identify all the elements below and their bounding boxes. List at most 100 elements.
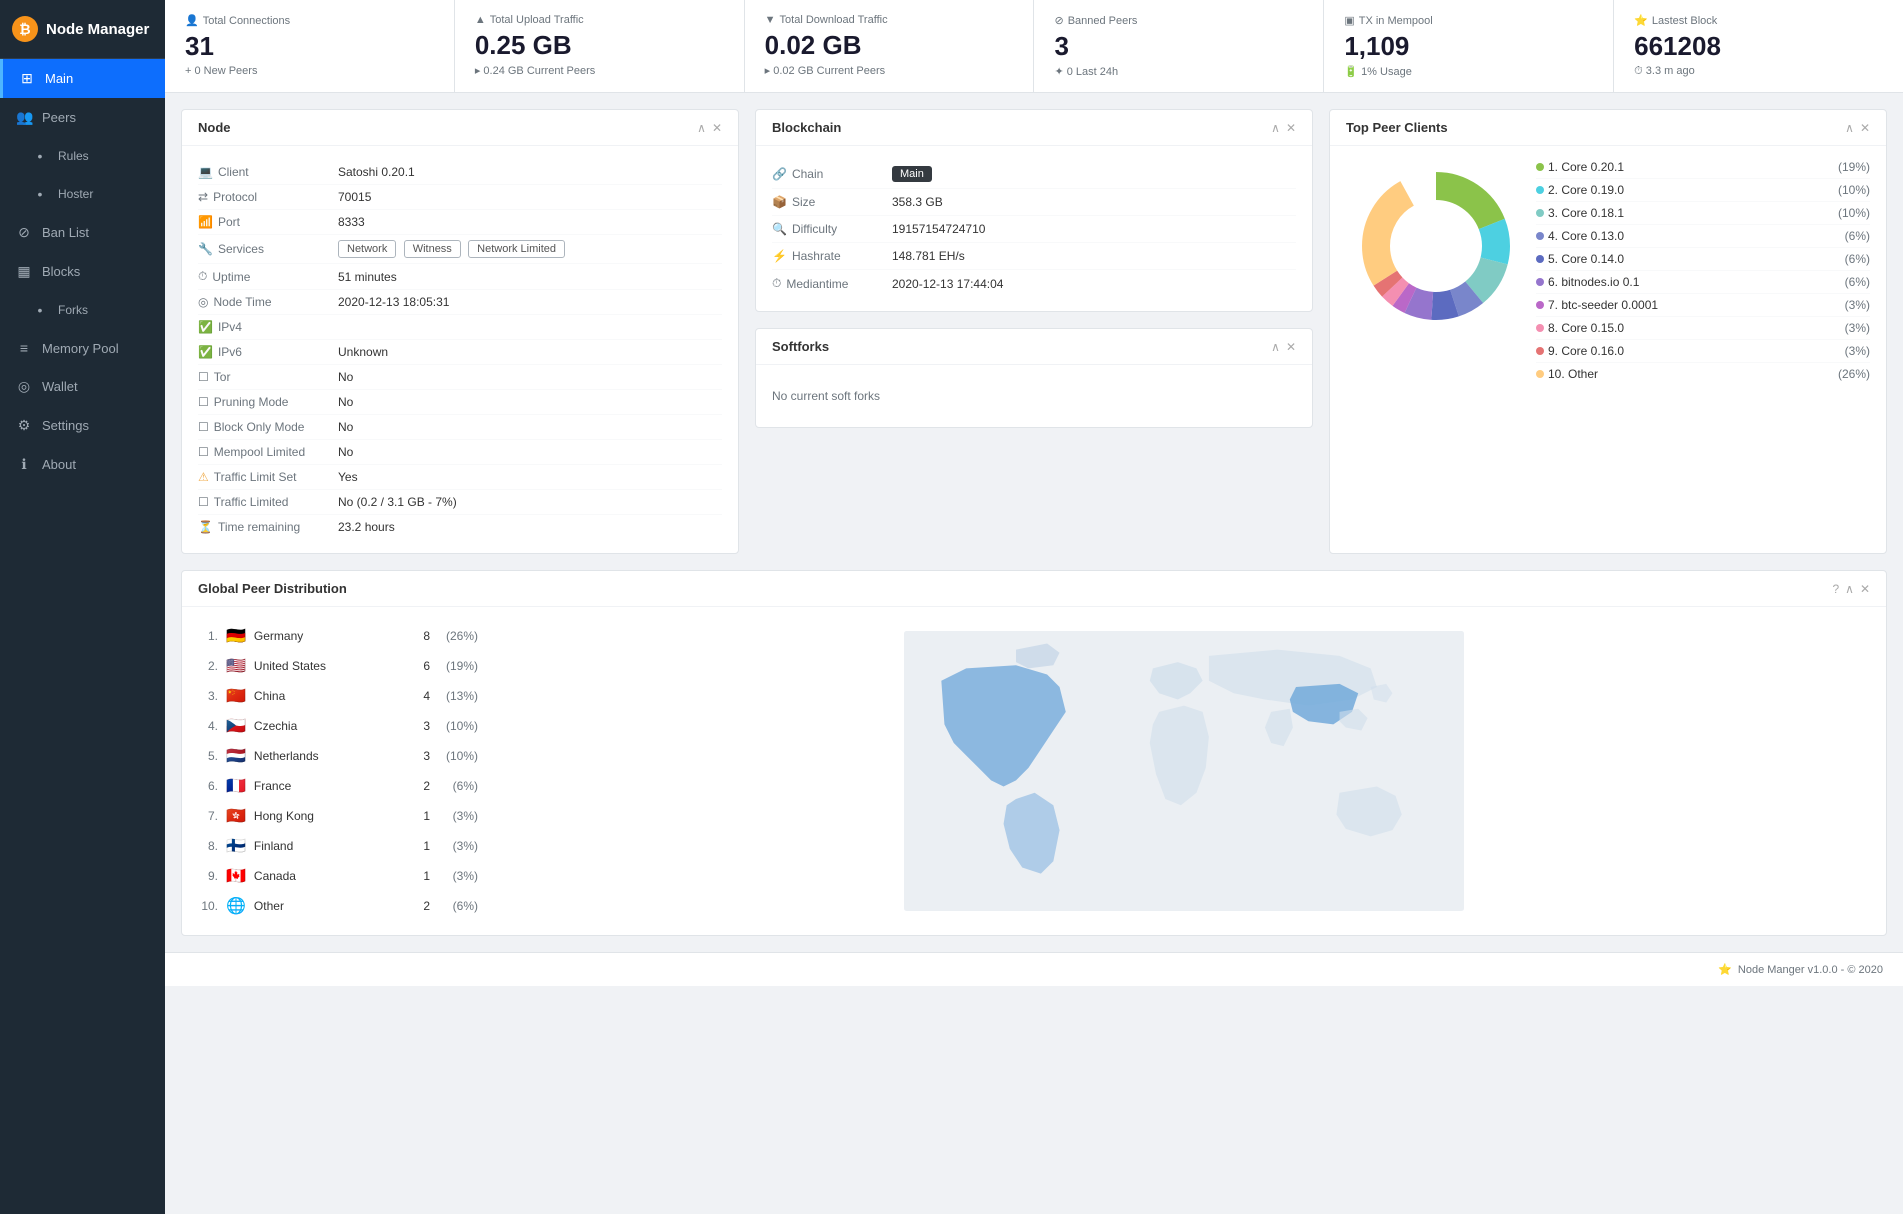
top-peers-collapse-btn[interactable]: ∧: [1845, 121, 1854, 135]
sidebar-item-settings[interactable]: ⚙ Settings: [0, 406, 165, 445]
stat-connections: 👤 Total Connections 31 + 0 New Peers: [165, 0, 455, 92]
download-icon: ▼: [765, 14, 776, 26]
top-peers-list: 1. Core 0.20.1(19%) 2. Core 0.19.0(10%) …: [1536, 156, 1870, 385]
sidebar-item-label: Rules: [58, 149, 89, 163]
stat-lastblock-value: 661208: [1634, 31, 1883, 62]
stat-connections-label: 👤 Total Connections: [185, 14, 434, 27]
forks-icon: •: [32, 302, 48, 318]
lastblock-icon: ⭐: [1634, 14, 1648, 27]
badge-network: Network: [338, 240, 396, 258]
gpd-help-btn[interactable]: ?: [1832, 582, 1839, 596]
node-card-title: Node: [198, 120, 231, 135]
stat-connections-value: 31: [185, 31, 434, 62]
sidebar-item-label: Peers: [42, 110, 76, 125]
blockchain-card-header: Blockchain ∧ ✕: [756, 110, 1312, 146]
about-icon: ℹ: [16, 456, 32, 473]
softforks-card-controls: ∧ ✕: [1271, 340, 1296, 354]
peer-item: 1. Core 0.20.1(19%): [1536, 156, 1870, 179]
blockchain-softforks-section: Blockchain ∧ ✕ 🔗 Chain Main 📦 Size: [755, 109, 1313, 554]
bc-difficulty-value: 19157154724710: [892, 222, 985, 236]
sidebar-item-wallet[interactable]: ◎ Wallet: [0, 367, 165, 406]
sidebar-item-hoster[interactable]: • Hoster: [0, 175, 165, 213]
stats-bar: 👤 Total Connections 31 + 0 New Peers ▲ T…: [165, 0, 1903, 93]
node-trafficlimited-value: No (0.2 / 3.1 GB - 7%): [338, 495, 457, 509]
softforks-message: No current soft forks: [772, 379, 1296, 413]
sidebar-item-about[interactable]: ℹ About: [0, 445, 165, 484]
blockchain-card: Blockchain ∧ ✕ 🔗 Chain Main 📦 Size: [755, 109, 1313, 312]
node-timeremaining-row: ⏳ Time remaining 23.2 hours: [198, 515, 722, 539]
peer-item: 10. Other(26%): [1536, 363, 1870, 385]
node-time-row: ◎ Node Time 2020-12-13 18:05:31: [198, 290, 722, 315]
port-icon: 📶: [198, 215, 213, 229]
sidebar-item-rules[interactable]: • Rules: [0, 137, 165, 175]
node-collapse-btn[interactable]: ∧: [697, 121, 706, 135]
ipv6-icon: ✅: [198, 345, 213, 359]
mediantime-icon: ⏱: [772, 276, 781, 291]
world-map-svg: [834, 631, 1534, 911]
node-card-header: Node ∧ ✕: [182, 110, 738, 146]
bitcoin-icon: ₿: [12, 16, 38, 42]
trafficlimited-icon: ☐: [198, 495, 209, 509]
node-mempoollimited-row: ☐ Mempool Limited No: [198, 440, 722, 465]
node-trafficlimited-row: ☐ Traffic Limited No (0.2 / 3.1 GB - 7%): [198, 490, 722, 515]
difficulty-icon: 🔍: [772, 222, 787, 236]
stat-lastblock-sub: ⏱ 3.3 m ago: [1634, 65, 1883, 78]
sidebar-item-forks[interactable]: • Forks: [0, 291, 165, 329]
bc-size-value: 358.3 GB: [892, 195, 943, 209]
peer-list: 1. Core 0.20.1(19%) 2. Core 0.19.0(10%) …: [1536, 156, 1870, 385]
node-uptime-value: 51 minutes: [338, 270, 397, 284]
blockchain-collapse-btn[interactable]: ∧: [1271, 121, 1280, 135]
node-trafficlimitset-row: ⚠ Traffic Limit Set Yes: [198, 465, 722, 490]
badge-witness: Witness: [404, 240, 461, 258]
mempoollimited-icon: ☐: [198, 445, 209, 459]
node-ipv6-value: Unknown: [338, 345, 388, 359]
sidebar-item-memorypool[interactable]: ≡ Memory Pool: [0, 329, 165, 367]
app-name: Node Manager: [46, 21, 149, 38]
tor-icon: ☐: [198, 370, 209, 384]
footer-version: Node Manger v1.0.0 - © 2020: [1738, 964, 1883, 976]
sidebar-item-peers[interactable]: 👥 Peers: [0, 98, 165, 137]
blockchain-close-btn[interactable]: ✕: [1286, 121, 1296, 135]
top-peer-clients-controls: ∧ ✕: [1845, 121, 1870, 135]
node-trafficlimitset-value: Yes: [338, 470, 358, 484]
sidebar-item-banlist[interactable]: ⊘ Ban List: [0, 213, 165, 252]
node-uptime-row: ⏱ Uptime 51 minutes: [198, 264, 722, 290]
top-peers-close-btn[interactable]: ✕: [1860, 121, 1870, 135]
node-pruning-row: ☐ Pruning Mode No: [198, 390, 722, 415]
gpd-close-btn[interactable]: ✕: [1860, 582, 1870, 596]
gpd-body: 1. 🇩🇪 Germany 8 (26%) 2. 🇺🇸 United State…: [182, 607, 1886, 935]
footer-coin-icon: ⭐: [1718, 963, 1732, 976]
stat-lastblock-label: ⭐ Lastest Block: [1634, 14, 1883, 27]
protocol-icon: ⇄: [198, 190, 208, 204]
sidebar-item-label: Main: [45, 71, 73, 86]
node-time-value: 2020-12-13 18:05:31: [338, 295, 449, 309]
peer-item: 2. Core 0.19.0(10%): [1536, 179, 1870, 202]
node-port-value: 8333: [338, 215, 365, 229]
gpd-row: 7. 🇭🇰 Hong Kong 1 (3%): [198, 801, 478, 831]
gpd-list: 1. 🇩🇪 Germany 8 (26%) 2. 🇺🇸 United State…: [198, 621, 478, 921]
stat-download-value: 0.02 GB: [765, 30, 1014, 61]
blocks-icon: ▦: [16, 263, 32, 280]
top-peers-body: 1. Core 0.20.1(19%) 2. Core 0.19.0(10%) …: [1330, 146, 1886, 395]
node-blockonly-value: No: [338, 420, 353, 434]
peers-icon: 👥: [16, 109, 32, 126]
stat-upload-value: 0.25 GB: [475, 30, 724, 61]
footer: ⭐ Node Manger v1.0.0 - © 2020: [165, 952, 1903, 986]
softforks-collapse-btn[interactable]: ∧: [1271, 340, 1280, 354]
sidebar-item-blocks[interactable]: ▦ Blocks: [0, 252, 165, 291]
sidebar-item-main[interactable]: ⊞ Main: [0, 59, 165, 98]
softforks-close-btn[interactable]: ✕: [1286, 340, 1296, 354]
gpd-collapse-btn[interactable]: ∧: [1845, 582, 1854, 596]
hashrate-icon: ⚡: [772, 249, 787, 263]
bc-mediantime-row: ⏱ Mediantime 2020-12-13 17:44:04: [772, 270, 1296, 297]
chain-icon: 🔗: [772, 167, 787, 181]
peer-item: 5. Core 0.14.0(6%): [1536, 248, 1870, 271]
connections-icon: 👤: [185, 14, 199, 27]
main-icon: ⊞: [19, 70, 35, 87]
node-close-btn[interactable]: ✕: [712, 121, 722, 135]
peer-item: 7. btc-seeder 0.0001(3%): [1536, 294, 1870, 317]
top-peer-clients-title: Top Peer Clients: [1346, 120, 1448, 135]
softforks-card: Softforks ∧ ✕ No current soft forks: [755, 328, 1313, 428]
stat-download-sub: ▸ 0.02 GB Current Peers: [765, 64, 1014, 77]
node-card-controls: ∧ ✕: [697, 121, 722, 135]
